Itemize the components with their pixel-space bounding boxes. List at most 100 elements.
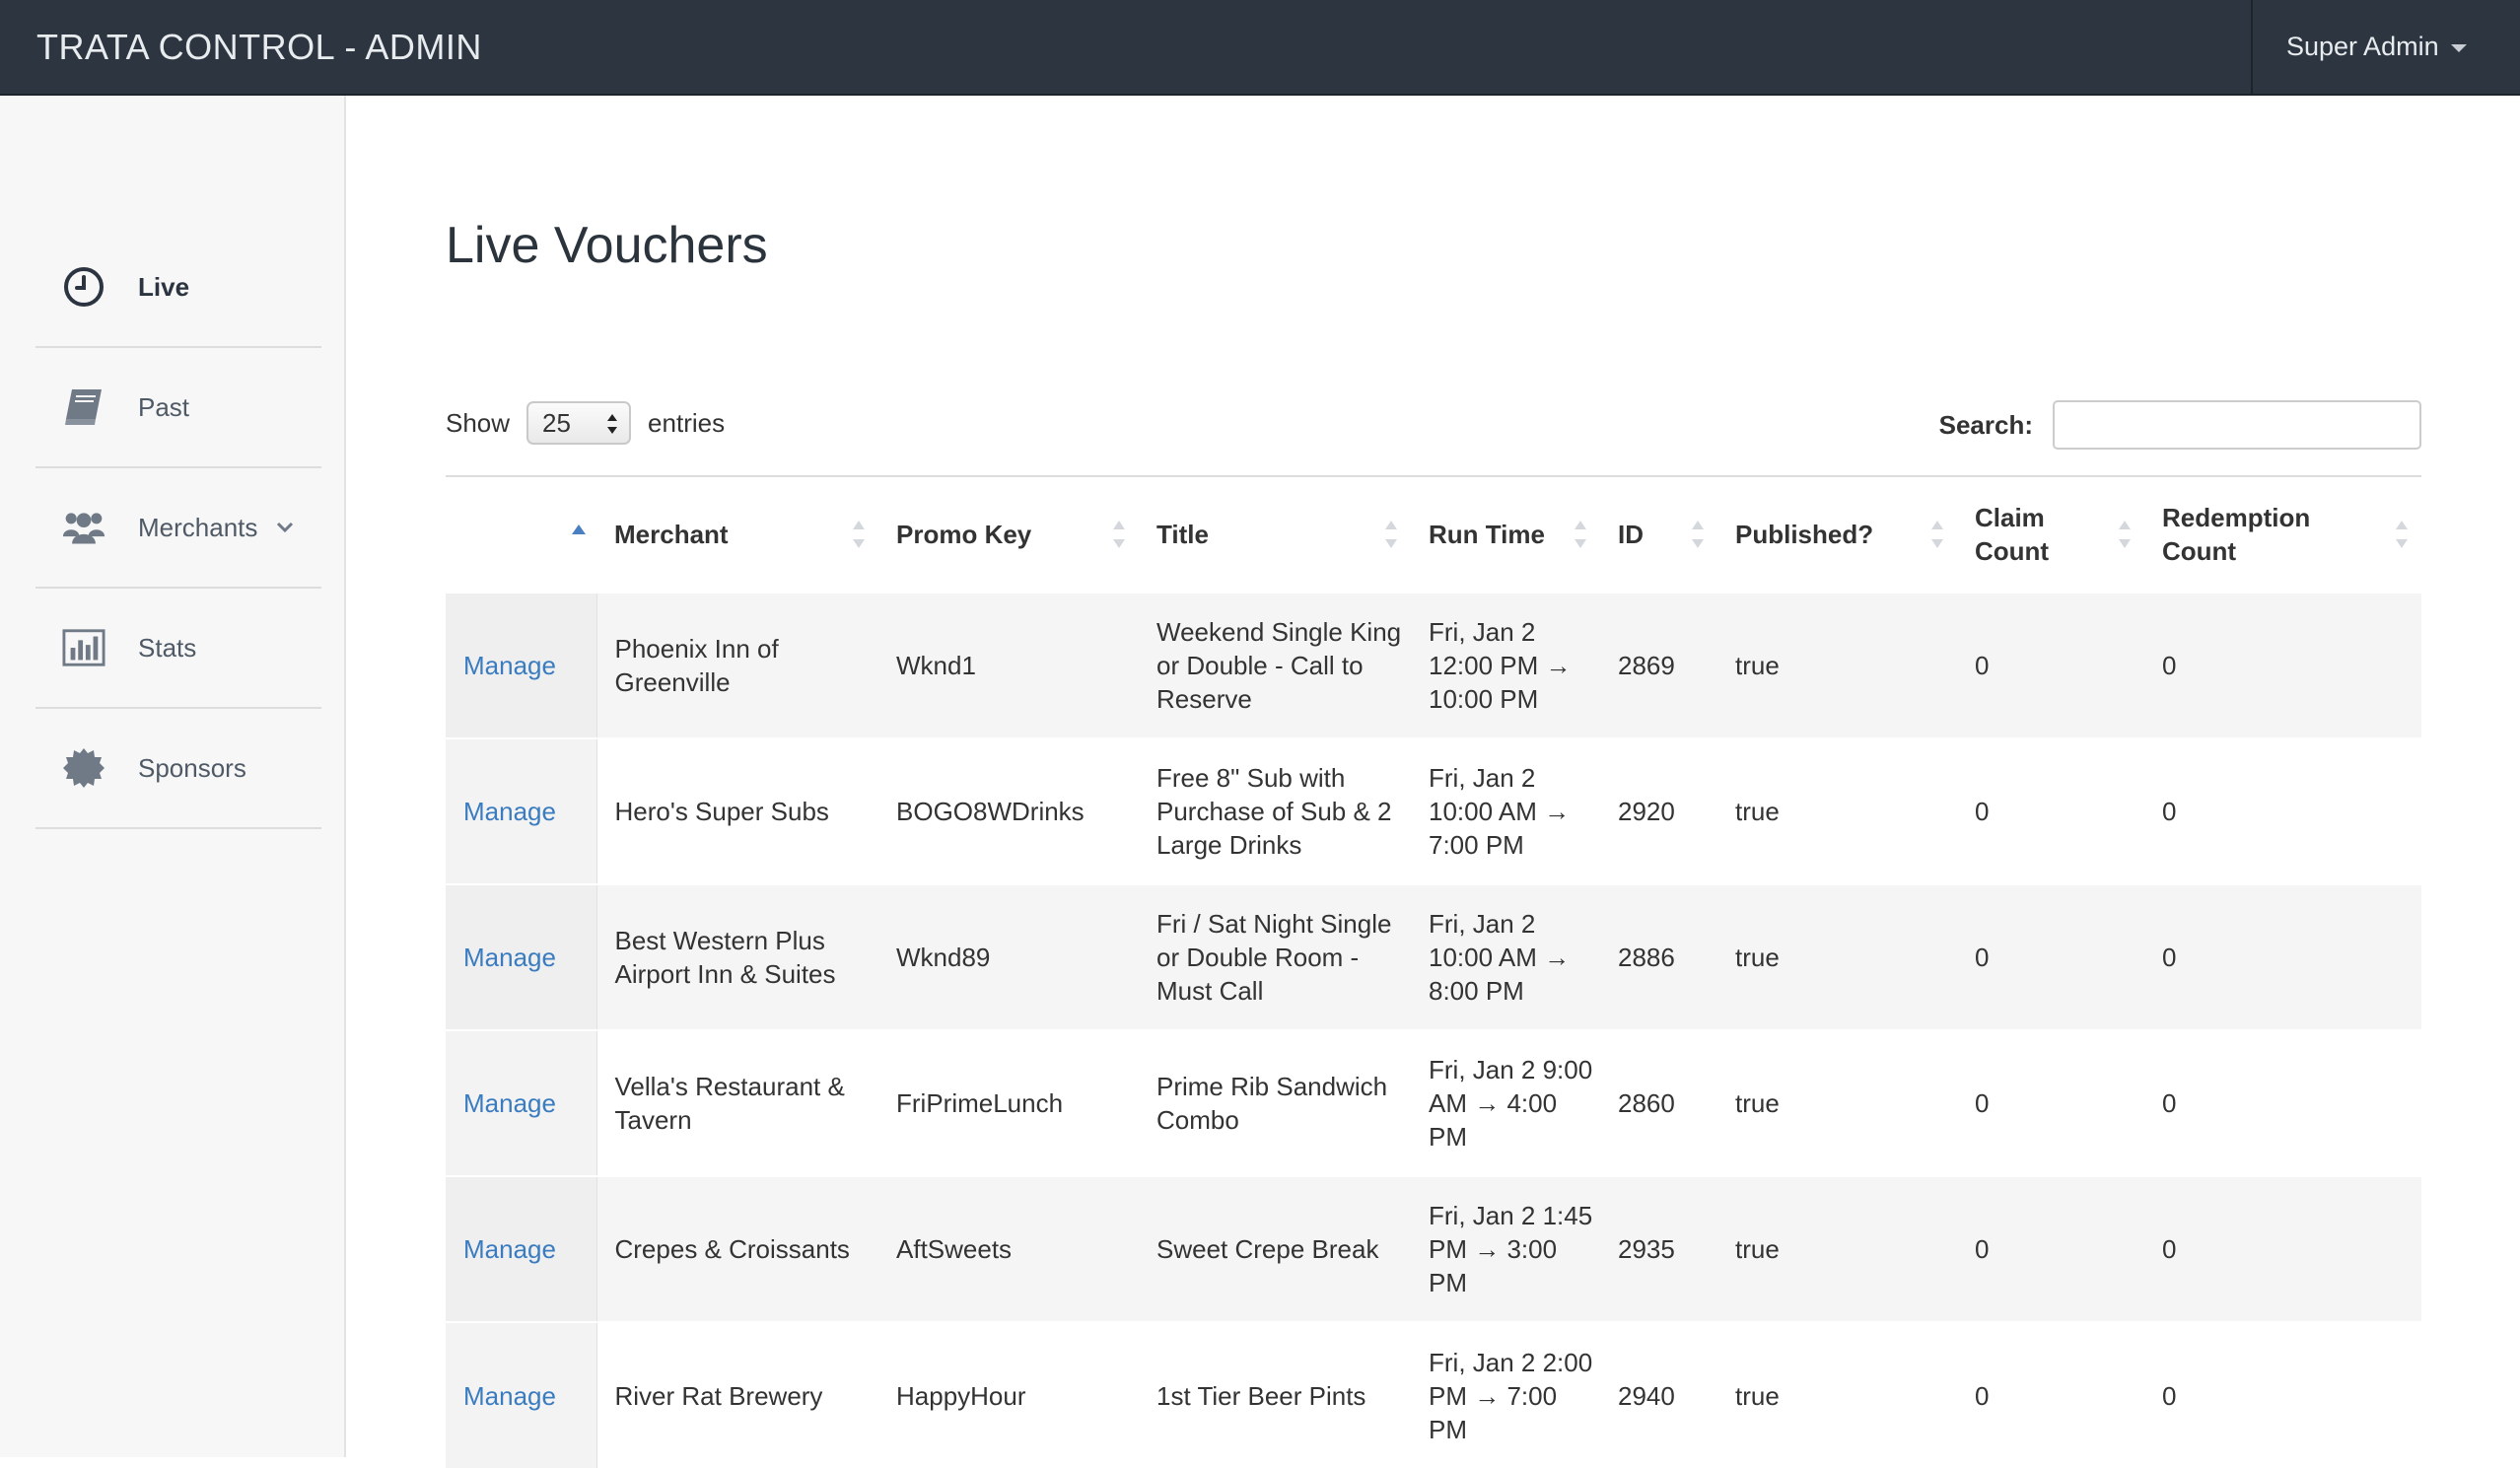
sidebar-item-label: Past [138, 391, 190, 422]
cell-title: Sweet Crepe Break [1139, 1175, 1411, 1322]
cell-id: 2860 [1600, 1029, 1717, 1176]
entries-label: entries [648, 407, 726, 438]
table-row: Manage Crepes & Croissants AftSweets Swe… [446, 1175, 2421, 1322]
column-header-merchant[interactable]: Merchant [596, 477, 878, 593]
cell-redemption-count: 0 [2144, 1029, 2421, 1176]
cell-promo-key: AftSweets [878, 1175, 1139, 1322]
sidebar-item-label: Merchants [138, 512, 258, 542]
manage-link[interactable]: Manage [463, 1088, 556, 1118]
manage-link[interactable]: Manage [463, 651, 556, 680]
cell-redemption-count: 0 [2144, 737, 2421, 884]
entries-select[interactable]: 25 [526, 401, 632, 445]
cell-run-time: Fri, Jan 2 9:00 AM → 4:00 PM [1411, 1029, 1600, 1176]
sidebar-item-sponsors[interactable]: Sponsors [35, 709, 321, 829]
manage-link[interactable]: Manage [463, 943, 556, 972]
cell-title: Weekend Single King or Double - Call to … [1139, 592, 1411, 738]
column-header-promo-key[interactable]: Promo Key [878, 477, 1139, 593]
book-icon [62, 385, 105, 429]
cell-promo-key: Wknd89 [878, 883, 1139, 1030]
manage-link[interactable]: Manage [463, 797, 556, 826]
sidebar-item-stats[interactable]: Stats [35, 589, 321, 709]
manage-link[interactable]: Manage [463, 1381, 556, 1411]
column-header-label: Claim Count [1975, 503, 2050, 566]
cell-action: Manage [446, 1029, 597, 1176]
cell-redemption-count: 0 [2144, 883, 2421, 1030]
cell-action: Manage [446, 1175, 597, 1322]
sidebar: Live Past Merchants Stats Sponsors [0, 96, 346, 1457]
column-header-claim-count[interactable]: Claim Count [1957, 477, 2144, 593]
cell-claim-count: 0 [1957, 1175, 2144, 1322]
sort-icon [1113, 521, 1125, 548]
cell-action: Manage [446, 883, 597, 1030]
cell-claim-count: 0 [1957, 883, 2144, 1030]
cell-claim-count: 0 [1957, 1029, 2144, 1176]
column-header-published[interactable]: Published? [1717, 477, 1957, 593]
cell-published: true [1717, 737, 1957, 884]
cell-title: Free 8" Sub with Purchase of Sub & 2 Lar… [1139, 737, 1411, 884]
cell-claim-count: 0 [1957, 737, 2144, 884]
cell-merchant: Vella's Restaurant & Tavern [596, 1029, 878, 1176]
cell-title: Fri / Sat Night Single or Double Room - … [1139, 883, 1411, 1030]
cell-run-time: Fri, Jan 2 10:00 AM → 7:00 PM [1411, 737, 1600, 884]
caret-down-icon [2450, 44, 2467, 52]
search-label: Search: [1938, 409, 2033, 440]
column-header-label: Redemption Count [2162, 503, 2311, 566]
sort-icon [1931, 521, 1943, 548]
column-header-label: Published? [1735, 520, 1874, 549]
cell-action: Manage [446, 1321, 597, 1468]
vouchers-table: Merchant Promo Key Title Run Time ID Pub… [446, 477, 2421, 1468]
chevron-down-icon[interactable] [275, 518, 295, 537]
column-header-label: Merchant [614, 520, 729, 549]
cell-title: Prime Rib Sandwich Combo [1139, 1029, 1411, 1176]
column-header-label: Promo Key [896, 520, 1032, 549]
table-row: Manage Phoenix Inn of Greenville Wknd1 W… [446, 592, 2421, 738]
table-row: Manage Hero's Super Subs BOGO8WDrinks Fr… [446, 737, 2421, 884]
sidebar-item-live[interactable]: Live [35, 228, 321, 348]
cell-promo-key: FriPrimeLunch [878, 1029, 1139, 1176]
column-header-id[interactable]: ID [1600, 477, 1717, 593]
select-arrows-icon [607, 414, 618, 434]
sidebar-nav: Live Past Merchants Stats Sponsors [35, 228, 321, 829]
search-input[interactable] [2053, 400, 2421, 450]
sort-icon [2396, 521, 2408, 548]
cell-published: true [1717, 1321, 1957, 1468]
cell-run-time: Fri, Jan 2 2:00 PM → 7:00 PM [1411, 1321, 1600, 1468]
column-header-title[interactable]: Title [1139, 477, 1411, 593]
cell-id: 2920 [1600, 737, 1717, 884]
clock-icon [62, 265, 105, 309]
user-menu-dropdown[interactable]: Super Admin [2251, 0, 2520, 94]
sort-icon [1385, 521, 1397, 548]
sort-icon [1575, 521, 1586, 548]
cell-run-time: Fri, Jan 2 12:00 PM → 10:00 PM [1411, 592, 1600, 738]
cell-promo-key: Wknd1 [878, 592, 1139, 738]
cell-published: true [1717, 592, 1957, 738]
entries-select-value: 25 [542, 407, 571, 438]
app-brand[interactable]: TRATA CONTROL - ADMIN [36, 0, 482, 94]
cell-merchant: River Rat Brewery [596, 1321, 878, 1468]
cell-claim-count: 0 [1957, 592, 2144, 738]
column-header-label: Title [1156, 520, 1209, 549]
cell-promo-key: BOGO8WDrinks [878, 737, 1139, 884]
cell-claim-count: 0 [1957, 1321, 2144, 1468]
page-title: Live Vouchers [446, 217, 768, 274]
table-header-row: Merchant Promo Key Title Run Time ID Pub… [446, 477, 2421, 593]
column-header-action[interactable] [446, 477, 596, 593]
column-header-run-time[interactable]: Run Time [1411, 477, 1600, 593]
sidebar-item-merchants[interactable]: Merchants [35, 468, 321, 589]
cell-id: 2940 [1600, 1321, 1717, 1468]
cell-run-time: Fri, Jan 2 10:00 AM → 8:00 PM [1411, 883, 1600, 1030]
cell-published: true [1717, 1175, 1957, 1322]
cell-action: Manage [446, 592, 597, 738]
cell-id: 2935 [1600, 1175, 1717, 1322]
sidebar-item-past[interactable]: Past [35, 348, 321, 468]
cell-merchant: Best Western Plus Airport Inn & Suites [596, 883, 878, 1030]
column-header-redemption-count[interactable]: Redemption Count [2144, 477, 2421, 593]
table-row: Manage Vella's Restaurant & Tavern FriPr… [446, 1029, 2421, 1176]
cell-promo-key: HappyHour [878, 1321, 1139, 1468]
cell-merchant: Crepes & Croissants [596, 1175, 878, 1322]
manage-link[interactable]: Manage [463, 1234, 556, 1264]
show-label: Show [446, 407, 511, 438]
users-icon [62, 506, 105, 549]
sort-asc-icon [572, 524, 586, 534]
cell-action: Manage [446, 737, 597, 884]
